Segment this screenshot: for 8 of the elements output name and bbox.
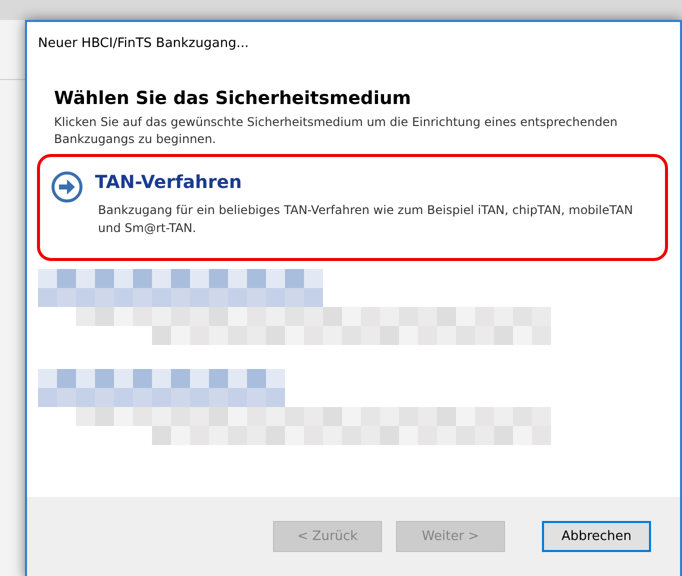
wizard-button[interactable]: Abbrechen <box>542 521 651 552</box>
arrow-circle-icon <box>51 171 83 203</box>
page-description: Klicken Sie auf das gewünschte Sicherheitsmedium um die Einrichtung eines entsprechenden Bankzugangs zu beginnen. <box>54 114 618 148</box>
page-heading: Wählen Sie das Sicherheitsmedium <box>54 88 412 110</box>
option-title: TAN-Verfahren <box>95 171 243 195</box>
option-description: Bankzugang für ein beliebiges TAN-Verfahren wie zum Beispiel iTAN, chipTAN, mobileTAN und Sm@rt-TAN. <box>98 202 634 237</box>
window-title: Neuer HBCI/FinTS Bankzugang... <box>38 35 250 53</box>
security-option[interactable]: TAN-Verfahren Bankzugang für ein beliebiges TAN-Verfahren wie zum Beispiel iTAN, chipTAN, mobileTAN und Sm@rt-TAN. <box>37 154 668 261</box>
